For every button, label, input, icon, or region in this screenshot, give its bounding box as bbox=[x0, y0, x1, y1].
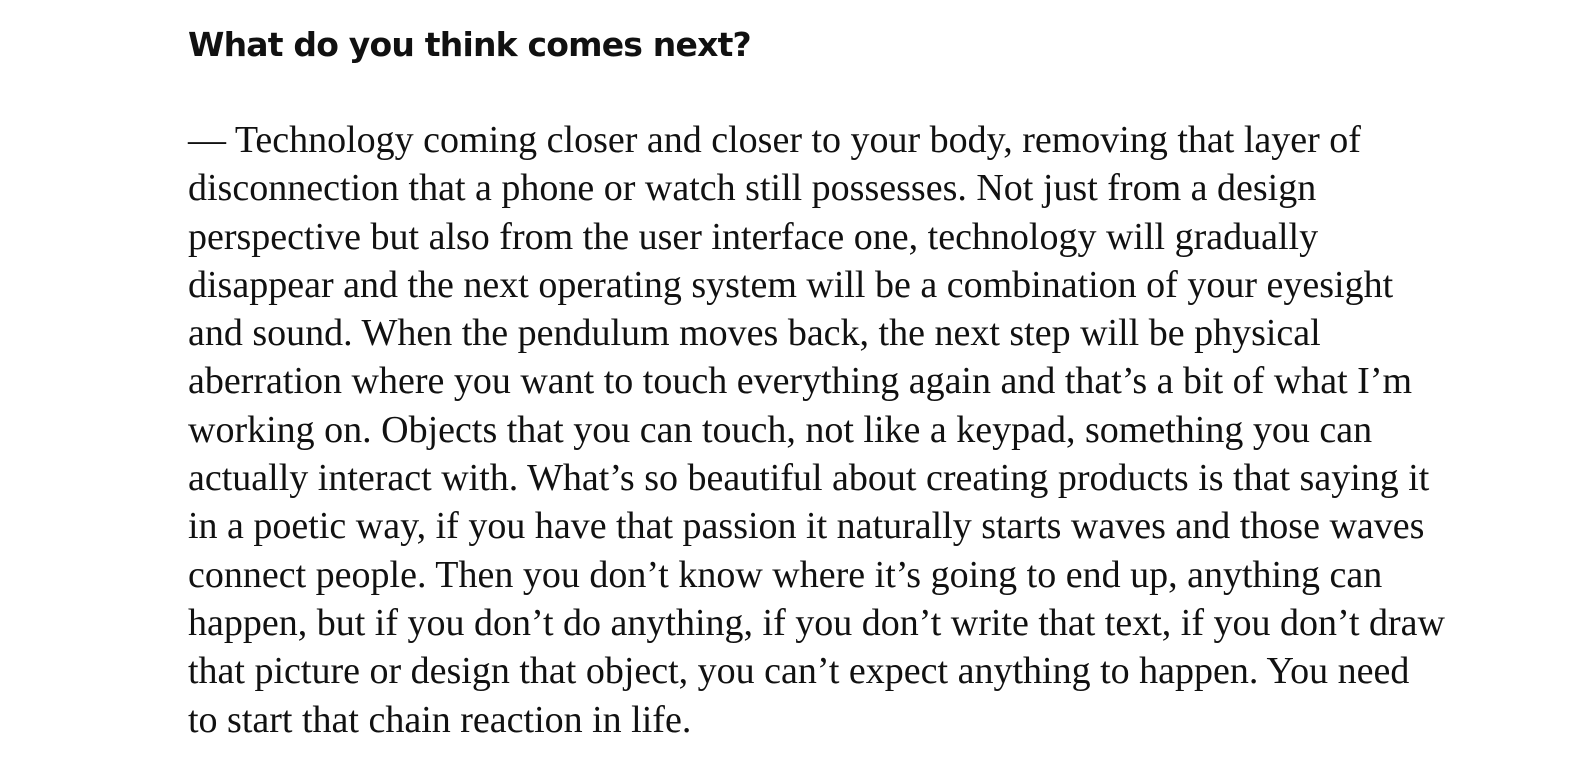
interview-answer-paragraph: — Technology coming closer and closer to… bbox=[188, 119, 1445, 741]
interview-section: What do you think comes next? — Technolo… bbox=[188, 22, 1448, 744]
article-page: What do you think comes next? — Technolo… bbox=[0, 0, 1590, 774]
interview-question-heading: What do you think comes next? bbox=[188, 25, 752, 64]
